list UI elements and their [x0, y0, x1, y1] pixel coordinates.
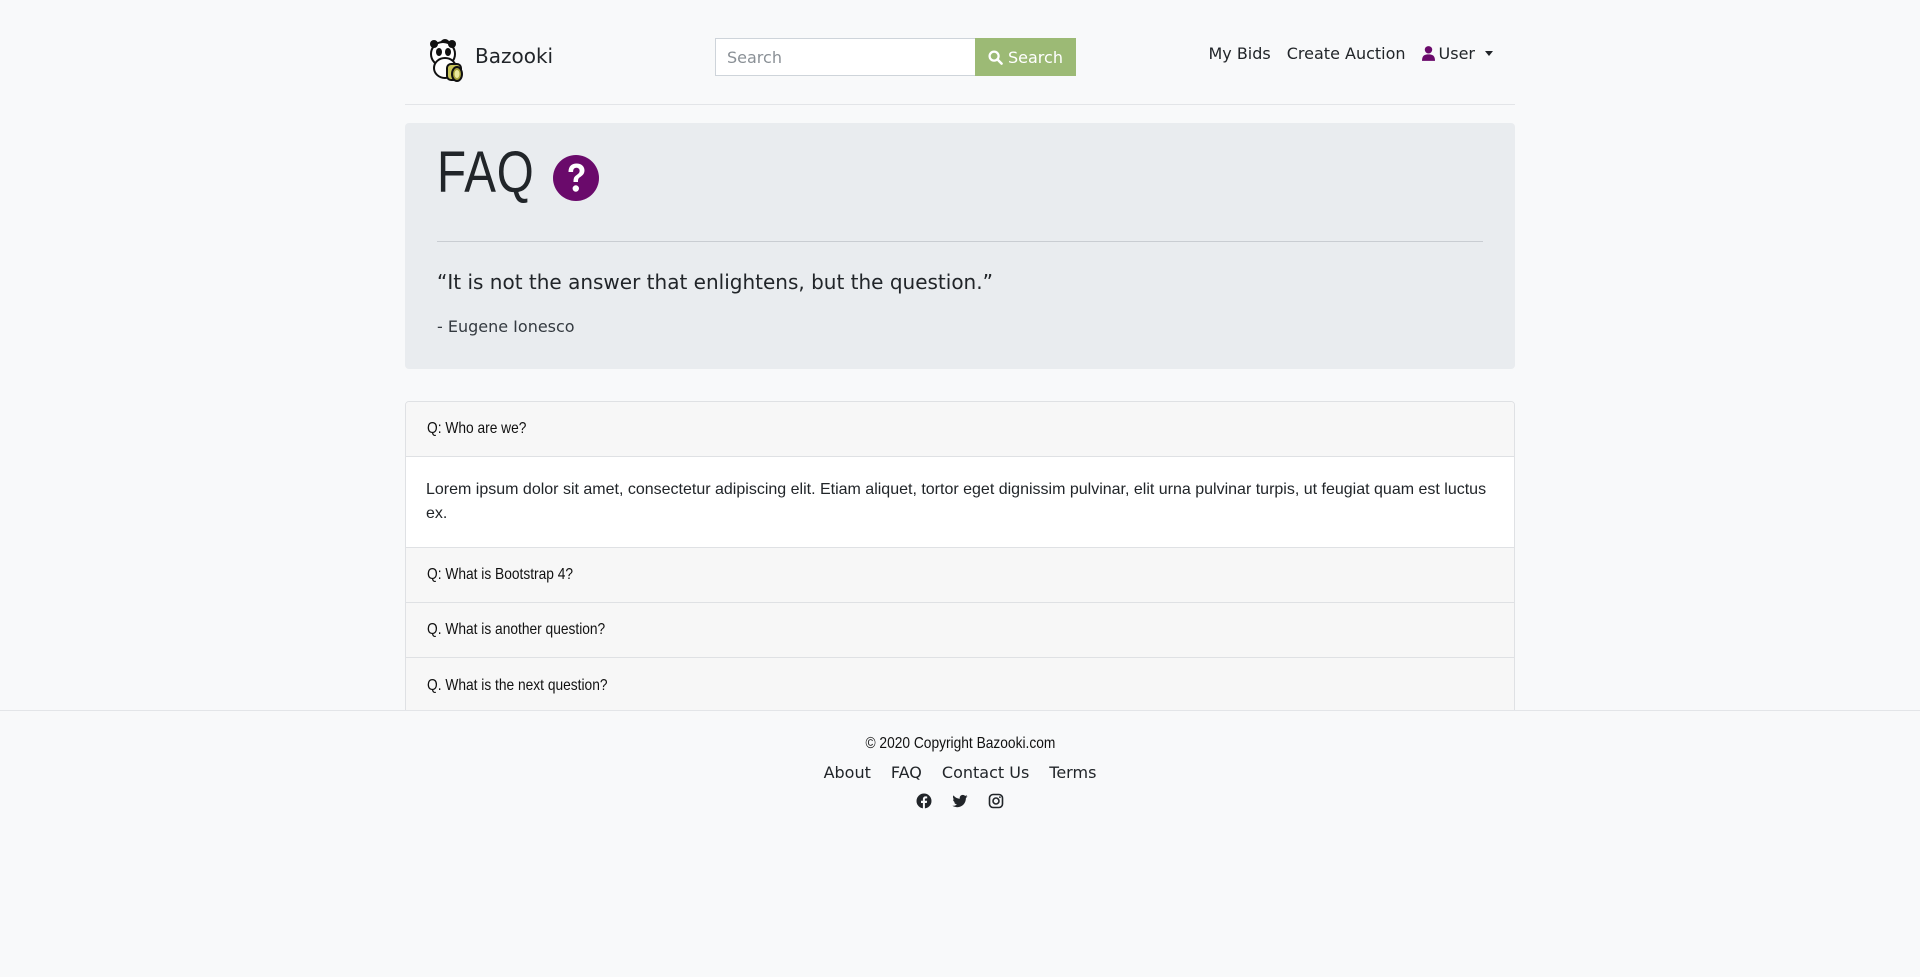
footer: © 2020 Copyright Bazooki.com About FAQ C…: [0, 710, 1920, 977]
footer-links: About FAQ Contact Us Terms: [0, 763, 1920, 782]
question-circle-icon: [553, 154, 600, 201]
faq-question-header[interactable]: Q: What is Bootstrap 4?: [406, 548, 1514, 603]
page-title-text: FAQ: [437, 140, 535, 205]
footer-link-contact-us[interactable]: Contact Us: [942, 763, 1029, 782]
user-icon: [1421, 46, 1435, 61]
search-button-label: Search: [1008, 47, 1063, 67]
faq-item: Q: What is Bootstrap 4?: [406, 548, 1514, 603]
search-form: Search: [715, 38, 1076, 76]
brand-name: Bazooki: [475, 44, 554, 68]
quote-text: “It is not the answer that enlightens, b…: [437, 270, 993, 294]
faq-jumbotron: FAQ “It is not the answer that enlighten…: [405, 123, 1515, 369]
user-dropdown-label: User: [1438, 44, 1475, 63]
user-dropdown[interactable]: User: [1421, 44, 1493, 63]
instagram-icon[interactable]: [988, 793, 1004, 809]
faq-question: Q: What is Bootstrap 4?: [427, 566, 574, 583]
faq-item: Q. What is another question?: [406, 603, 1514, 658]
quote-author: - Eugene Ionesco: [437, 317, 575, 336]
nav-links: My Bids Create Auction User: [1192, 44, 1493, 63]
faq-question: Q. What is the next question?: [427, 676, 608, 694]
faq-question-header[interactable]: Q. What is another question?: [406, 603, 1514, 658]
brand-link[interactable]: Bazooki: [427, 28, 553, 84]
faq-answer: Lorem ipsum dolor sit amet, consectetur …: [406, 457, 1514, 548]
faq-question: Q. What is another question?: [427, 621, 606, 638]
copyright-text: © 2020 Copyright Bazooki.com: [865, 735, 1055, 752]
footer-link-about[interactable]: About: [824, 763, 871, 782]
panda-logo-icon: [430, 39, 463, 82]
search-input[interactable]: [715, 38, 975, 76]
navbar: Bazooki Search My Bids Create Auction Us…: [405, 0, 1515, 105]
faq-question: Q: Who are we?: [427, 420, 527, 437]
faq-question-header[interactable]: Q: Who are we?: [406, 402, 1514, 457]
footer-link-terms[interactable]: Terms: [1049, 763, 1096, 782]
facebook-icon[interactable]: [916, 793, 932, 809]
search-button[interactable]: Search: [975, 38, 1076, 76]
nav-link-create-auction[interactable]: Create Auction: [1287, 44, 1406, 63]
copyright: © 2020 Copyright Bazooki.com: [0, 735, 1920, 753]
search-icon: [988, 49, 1003, 65]
divider: [437, 241, 1483, 242]
social-links: [0, 793, 1920, 809]
nav-link-my-bids[interactable]: My Bids: [1208, 44, 1270, 63]
chevron-down-icon: [1485, 51, 1493, 56]
faq-accordion: Q: Who are we? Lorem ipsum dolor sit ame…: [405, 401, 1515, 714]
faq-question-header[interactable]: Q. What is the next question?: [406, 658, 1514, 713]
page-title: FAQ: [437, 139, 600, 206]
footer-link-faq[interactable]: FAQ: [891, 763, 922, 782]
faq-item: Q: Who are we? Lorem ipsum dolor sit ame…: [406, 402, 1514, 548]
faq-item: Q. What is the next question?: [406, 658, 1514, 713]
twitter-icon[interactable]: [952, 793, 968, 809]
